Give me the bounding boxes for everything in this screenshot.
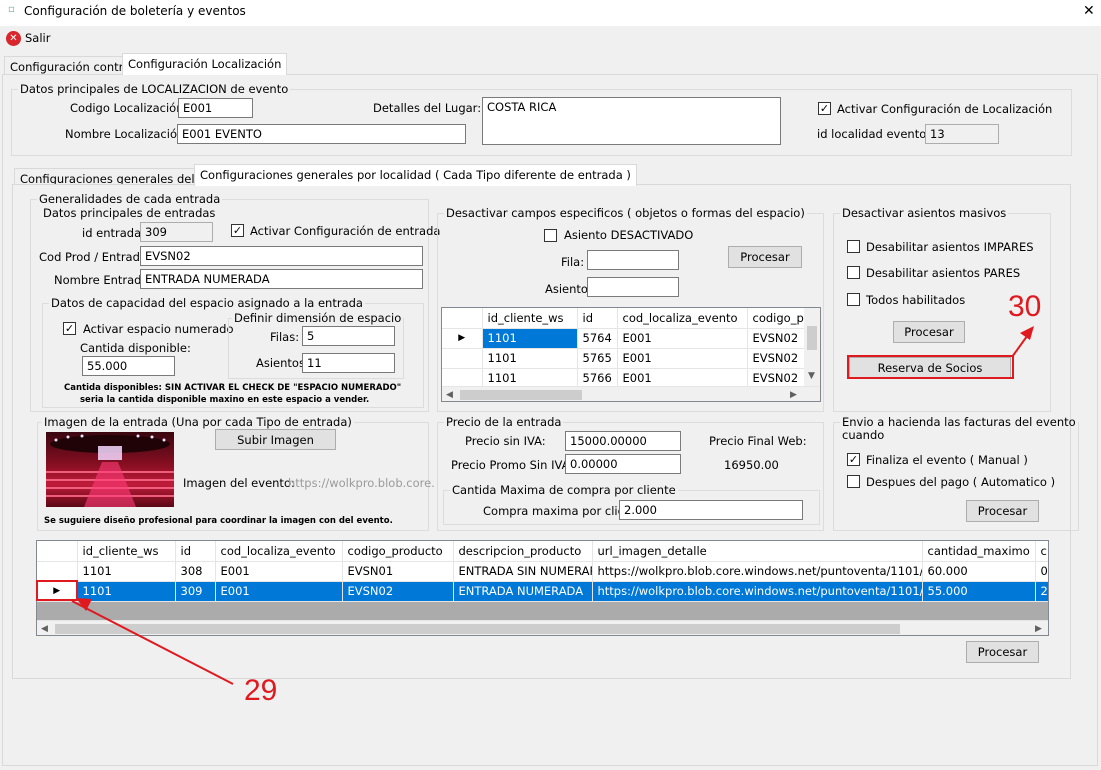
tab-localization[interactable]: Configuración Localización [122,53,288,75]
tab-localization-label: Configuración Localización [128,57,282,71]
annotation-30: 30 [1008,290,1042,323]
arrow-30-head [1020,326,1034,340]
arrow-29-line [71,600,234,685]
tab-by-locality-label: Configuraciones generales por localidad … [200,168,631,182]
annotation-arrows [71,326,1034,685]
annotation-29: 29 [244,674,278,707]
tab-by-locality[interactable]: Configuraciones generales por localidad … [194,164,637,186]
